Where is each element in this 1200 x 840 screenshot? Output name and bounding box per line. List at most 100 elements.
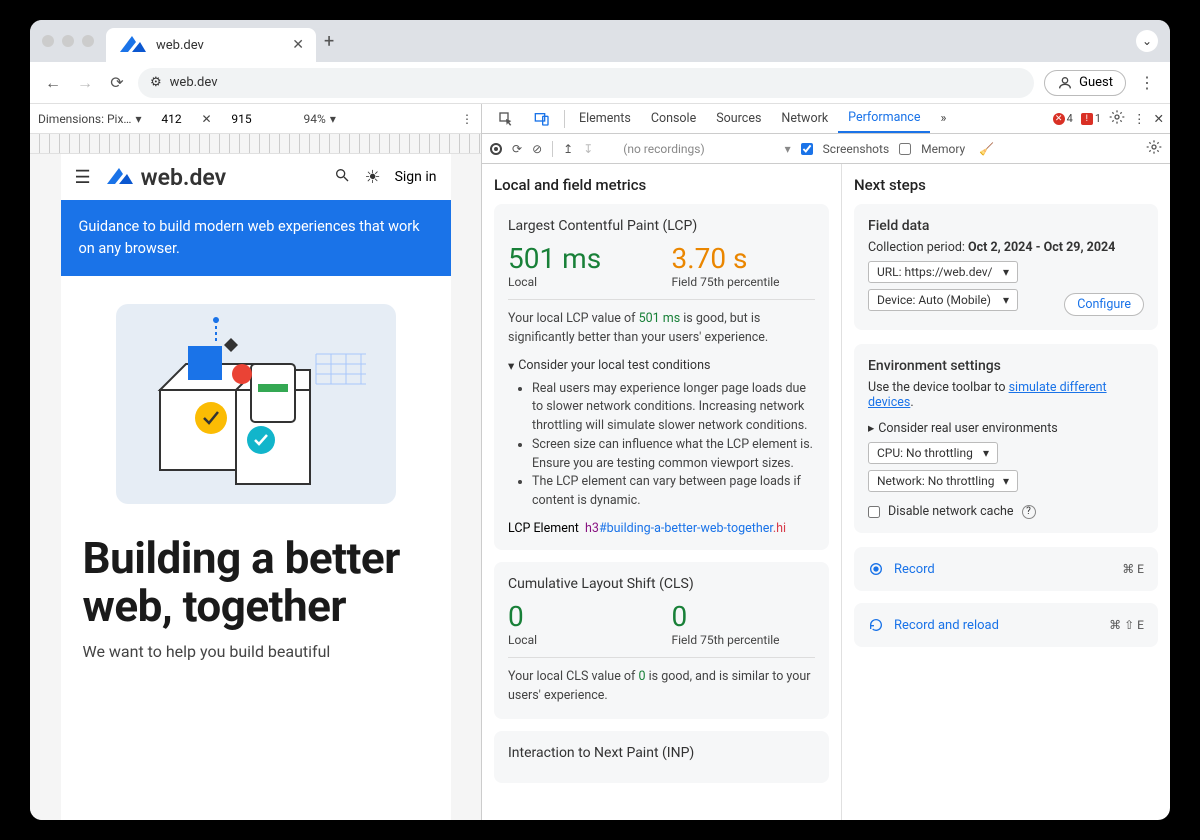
tab-network[interactable]: Network — [771, 104, 838, 133]
site-info-icon[interactable]: ⚙ — [150, 75, 162, 90]
device-pane: Dimensions: Pix… ▾ ✕ 94% ▾ ⋮ ☰ web.dev — [30, 104, 482, 820]
clear-icon[interactable]: ⊘ — [532, 142, 542, 156]
tab-title: web.dev — [156, 38, 204, 53]
lcp-element[interactable]: LCP Element h3#building-a-better-web-tog… — [508, 521, 815, 536]
lcp-summary: Your local LCP value of 501 ms is good, … — [508, 310, 815, 348]
lcp-card: Largest Contentful Paint (LCP) 501 ms Lo… — [494, 204, 829, 550]
download-icon[interactable]: ↧ — [583, 142, 593, 156]
gc-icon[interactable]: 🧹 — [979, 142, 994, 156]
recordings-select[interactable]: (no recordings)▾ — [623, 142, 790, 156]
next-title: Next steps — [854, 176, 1158, 194]
url-bar: ← → ⟳ ⚙ web.dev Guest ⋮ — [30, 62, 1170, 104]
lcp-bullet-2: The LCP element can vary between page lo… — [532, 473, 815, 511]
record-reload-action[interactable]: Record and reload ⌘ ⇧ E — [854, 603, 1158, 647]
site-logo[interactable]: web.dev — [105, 164, 227, 191]
device-select[interactable]: Device: Auto (Mobile)▾ — [868, 289, 1018, 311]
lcp-consider-toggle[interactable]: ▾ Consider your local test conditions — [508, 358, 815, 374]
screenshots-label: Screenshots — [823, 142, 889, 156]
tabs-overflow-icon[interactable]: » — [930, 104, 956, 133]
dimensions-select[interactable]: Dimensions: Pix… ▾ — [38, 112, 141, 126]
cls-summary: Your local CLS value of 0 is good, and i… — [508, 668, 815, 706]
chevron-down-icon: ▾ — [1003, 265, 1009, 279]
cpu-throttle-select[interactable]: CPU: No throttling▾ — [868, 442, 998, 464]
env-settings-card: Environment settings Use the device tool… — [854, 344, 1158, 533]
guest-label: Guest — [1079, 75, 1113, 90]
search-icon[interactable] — [334, 167, 350, 188]
record-reload-label: Record and reload — [894, 618, 999, 633]
profile-button[interactable]: Guest — [1044, 70, 1126, 96]
tab-favicon — [118, 32, 148, 58]
browser-tab[interactable]: web.dev ✕ — [106, 28, 316, 62]
record-reload-shortcut: ⌘ ⇧ E — [1109, 618, 1144, 632]
width-input[interactable] — [149, 112, 193, 126]
record-button[interactable] — [490, 142, 502, 156]
devtools-tabbar: Elements Console Sources Network Perform… — [482, 104, 1170, 134]
min-dot[interactable] — [62, 35, 74, 47]
url-input[interactable]: ⚙ web.dev — [138, 68, 1034, 98]
tab-elements[interactable]: Elements — [569, 104, 641, 133]
inspect-icon[interactable] — [488, 104, 524, 133]
inp-card: Interaction to Next Paint (INP) — [494, 731, 829, 783]
perf-panels: Local and field metrics Largest Contentf… — [482, 164, 1170, 820]
new-tab-button[interactable]: + — [324, 31, 334, 52]
device-viewport: ☰ web.dev ☀ Sign in Guidance to build mo… — [30, 154, 481, 820]
settings-icon[interactable] — [1109, 109, 1125, 129]
reload-icon[interactable]: ⟳ — [106, 72, 128, 94]
signin-link[interactable]: Sign in — [395, 169, 437, 185]
errors-badge[interactable]: ✕4 — [1053, 112, 1073, 125]
lcp-field-value: 3.70 s — [672, 242, 816, 275]
traffic-lights — [42, 35, 94, 47]
height-input[interactable] — [220, 112, 264, 126]
configure-button[interactable]: Configure — [1064, 293, 1144, 316]
devtools-close-icon[interactable]: ✕ — [1154, 111, 1164, 127]
screenshots-checkbox[interactable] — [801, 143, 813, 155]
theme-icon[interactable]: ☀ — [364, 167, 380, 188]
site-header: ☰ web.dev ☀ Sign in — [61, 154, 451, 200]
tabs-overflow-icon[interactable]: ⌄ — [1136, 30, 1158, 52]
env-consider-toggle[interactable]: ▸ Consider real user environments — [868, 420, 1144, 436]
tab-sources[interactable]: Sources — [706, 104, 771, 133]
device-menu-icon[interactable]: ⋮ — [461, 112, 473, 126]
back-icon[interactable]: ← — [42, 72, 64, 94]
rendered-page: ☰ web.dev ☀ Sign in Guidance to build mo… — [61, 154, 451, 820]
upload-icon[interactable]: ↥ — [563, 142, 573, 156]
lcp-local-value: 501 ms — [508, 242, 652, 275]
tab-close-icon[interactable]: ✕ — [292, 37, 304, 53]
tab-performance[interactable]: Performance — [838, 104, 930, 133]
help-icon[interactable]: ? — [1022, 505, 1036, 519]
browser-menu-icon[interactable]: ⋮ — [1136, 72, 1158, 94]
device-toolbar: Dimensions: Pix… ▾ ✕ 94% ▾ ⋮ — [30, 104, 481, 134]
record-action[interactable]: Record ⌘ E — [854, 547, 1158, 591]
url-select[interactable]: URL: https://web.dev/▾ — [868, 261, 1018, 283]
disable-cache-checkbox[interactable] — [868, 506, 880, 518]
forward-icon[interactable]: → — [74, 72, 96, 94]
content-area: Dimensions: Pix… ▾ ✕ 94% ▾ ⋮ ☰ web.dev — [30, 104, 1170, 820]
record-shortcut: ⌘ E — [1122, 562, 1144, 576]
metrics-title: Local and field metrics — [494, 176, 829, 194]
memory-checkbox[interactable] — [899, 143, 911, 155]
network-throttle-select[interactable]: Network: No throttling▾ — [868, 470, 1018, 492]
device-toggle-icon[interactable] — [524, 104, 560, 133]
perf-settings-icon[interactable] — [1146, 139, 1162, 158]
zoom-select[interactable]: 94% ▾ — [304, 112, 336, 126]
lcp-field-label: Field 75th percentile — [672, 275, 816, 289]
chevron-down-icon: ▾ — [983, 446, 989, 460]
dim-separator: ✕ — [201, 112, 211, 126]
devtools-menu-icon[interactable]: ⋮ — [1133, 111, 1146, 127]
close-dot[interactable] — [42, 35, 54, 47]
issues-badge[interactable]: !1 — [1081, 112, 1101, 125]
perf-toolbar: ⟳ ⊘ ↥ ↧ (no recordings)▾ Screenshots Mem… — [482, 134, 1170, 164]
reload-icon — [868, 617, 884, 633]
lcp-bullet-1: Screen size can influence what the LCP e… — [532, 436, 815, 474]
lcp-bullets: Real users may experience longer page lo… — [508, 380, 815, 511]
cls-local-value: 0 — [508, 600, 652, 633]
site-banner: Guidance to build modern web experiences… — [61, 200, 451, 276]
tab-console[interactable]: Console — [641, 104, 706, 133]
max-dot[interactable] — [82, 35, 94, 47]
record-icon — [868, 561, 884, 577]
hamburger-icon[interactable]: ☰ — [75, 167, 91, 188]
next-steps-column: Next steps Field data Collection period:… — [842, 164, 1170, 820]
hero-title: Building a better web, together — [61, 514, 451, 631]
reload-record-icon[interactable]: ⟳ — [512, 142, 522, 156]
cls-local-label: Local — [508, 633, 652, 647]
